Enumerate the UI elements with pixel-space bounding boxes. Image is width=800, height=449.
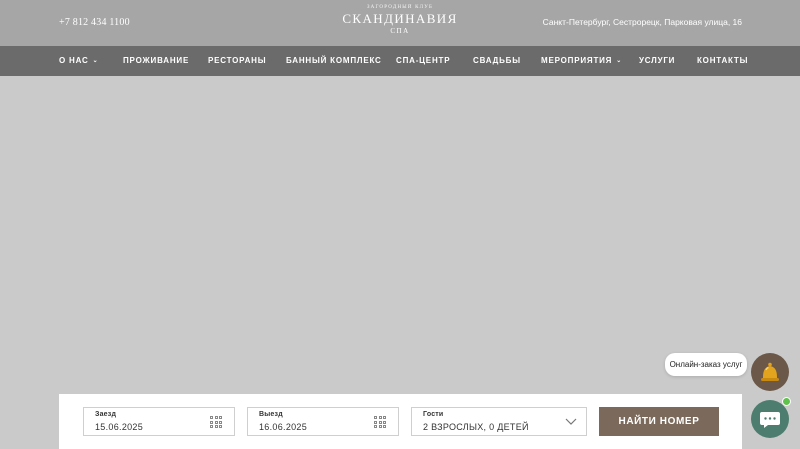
- checkout-value: 16.06.2025: [259, 422, 308, 432]
- service-order-button[interactable]: [751, 353, 789, 391]
- guests-field[interactable]: Гости 2 ВЗРОСЛЫХ, 0 ДЕТЕЙ: [411, 407, 587, 436]
- nav-item-restaurants[interactable]: РЕСТОРАНЫ: [208, 56, 266, 65]
- chat-icon: [760, 412, 780, 428]
- chevron-down-icon[interactable]: [565, 416, 577, 426]
- nav-item-events[interactable]: МЕРОПРИЯТИЯ ⌄: [541, 56, 622, 65]
- checkin-label: Заезд: [95, 411, 117, 418]
- find-room-button[interactable]: НАЙТИ НОМЕР: [599, 407, 719, 436]
- logo-title: СКАНДИНАВИЯ: [342, 11, 458, 26]
- service-order-label[interactable]: Онлайн-заказ услуг: [665, 353, 747, 376]
- checkin-field[interactable]: Заезд 15.06.2025: [83, 407, 235, 436]
- online-status-indicator: [782, 397, 791, 406]
- chevron-down-icon: ⌄: [92, 58, 99, 64]
- bell-icon: [761, 362, 779, 381]
- checkout-label: Выезд: [259, 411, 283, 418]
- address-text: Санкт-Петербург, Сестрорецк, Парковая ул…: [542, 17, 742, 27]
- guests-value: 2 ВЗРОСЛЫХ, 0 ДЕТЕЙ: [423, 422, 529, 432]
- nav-label: О НАС: [59, 56, 89, 65]
- top-bar: +7 812 434 1100 ЗАГОРОДНЫЙ КЛУБ СКАНДИНА…: [0, 0, 800, 46]
- guests-label: Гости: [423, 411, 444, 418]
- logo[interactable]: ЗАГОРОДНЫЙ КЛУБ СКАНДИНАВИЯ СПА: [330, 5, 470, 35]
- logo-subtitle: СПА: [390, 27, 410, 35]
- chevron-down-icon: ⌄: [616, 58, 623, 64]
- logo-tagline: ЗАГОРОДНЫЙ КЛУБ: [366, 5, 434, 10]
- nav-item-spa-center[interactable]: СПА-ЦЕНТР: [396, 56, 450, 65]
- nav-item-about[interactable]: О НАС ⌄: [59, 56, 98, 65]
- nav-item-accommodation[interactable]: ПРОЖИВАНИЕ: [123, 56, 189, 65]
- nav-item-contacts[interactable]: КОНТАКТЫ: [697, 56, 748, 65]
- nav-item-services[interactable]: УСЛУГИ: [639, 56, 675, 65]
- checkin-value: 15.06.2025: [95, 422, 144, 432]
- checkout-field[interactable]: Выезд 16.06.2025: [247, 407, 399, 436]
- nav-item-weddings[interactable]: СВАДЬБЫ: [473, 56, 521, 65]
- phone-link[interactable]: +7 812 434 1100: [59, 17, 130, 28]
- booking-form: Заезд 15.06.2025 Выезд 16.06.2025 Гости …: [59, 394, 742, 449]
- nav-label: МЕРОПРИЯТИЯ: [541, 56, 613, 65]
- calendar-icon[interactable]: [210, 416, 222, 428]
- main-nav: О НАС ⌄ ПРОЖИВАНИЕ РЕСТОРАНЫ БАННЫЙ КОМПЛ…: [0, 46, 800, 76]
- nav-item-bath-complex[interactable]: БАННЫЙ КОМПЛЕКС: [286, 56, 382, 65]
- calendar-icon[interactable]: [374, 416, 386, 428]
- chat-button[interactable]: [751, 400, 789, 438]
